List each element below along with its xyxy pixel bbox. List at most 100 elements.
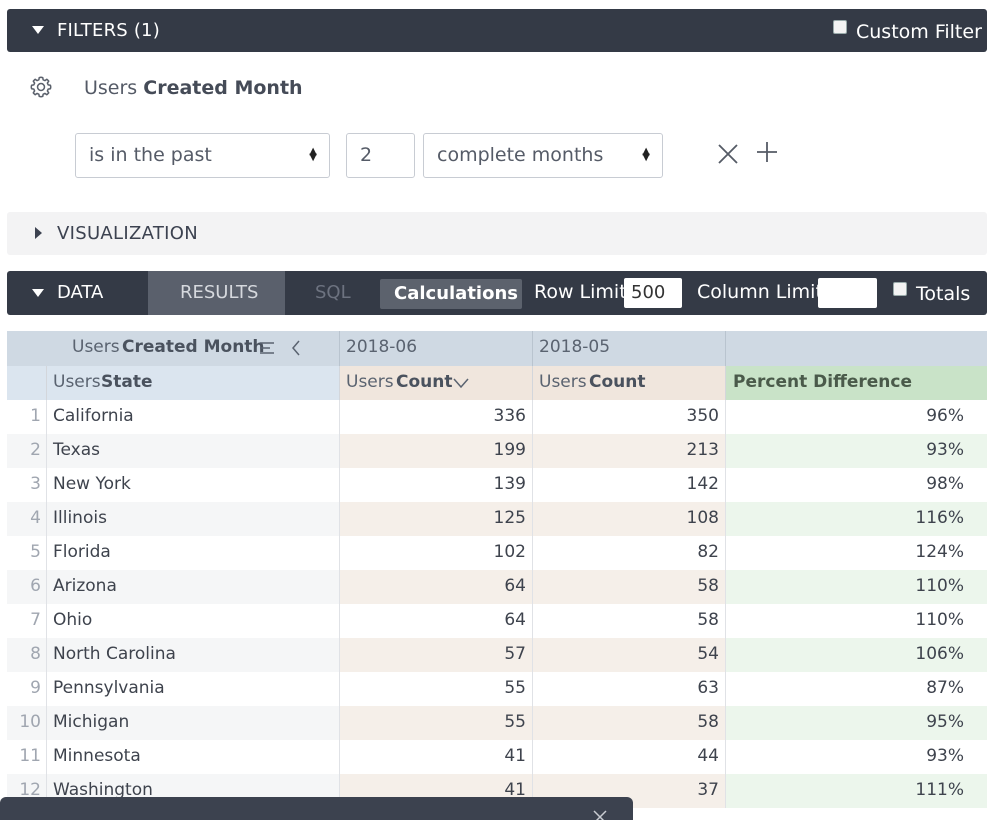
pivot-header-1[interactable]: 2018-06 [340, 331, 533, 366]
collapse-caret-icon[interactable] [32, 26, 44, 34]
measure-field: Count [396, 372, 453, 392]
tab-results-label: RESULTS [180, 282, 259, 303]
percent-cell[interactable]: 87% [726, 672, 987, 706]
state-text: Pennsylvania [53, 678, 165, 698]
count-text: 142 [686, 474, 719, 494]
percent-cell[interactable]: 96% [726, 400, 987, 434]
count-cell-2[interactable]: 63 [533, 672, 726, 706]
pivot-field-label: Created Month [122, 337, 265, 357]
sort-desc-icon[interactable] [453, 377, 469, 389]
row-number: 5 [7, 536, 47, 570]
state-cell[interactable]: New York [47, 468, 340, 502]
dimension-header[interactable]: Users State [47, 366, 340, 400]
calculations-button[interactable]: Calculations [380, 279, 522, 309]
gear-icon[interactable] [28, 74, 54, 100]
count-cell-2[interactable]: 213 [533, 434, 726, 468]
column-limit-input[interactable] [818, 278, 877, 308]
pivot-field-header[interactable]: Users Created Month [7, 331, 340, 366]
count-cell-2[interactable]: 58 [533, 604, 726, 638]
percent-cell[interactable]: 116% [726, 502, 987, 536]
totals-checkbox[interactable] [893, 282, 907, 296]
count-cell-2[interactable]: 82 [533, 536, 726, 570]
row-number-text: 11 [19, 746, 41, 766]
row-number: 9 [7, 672, 47, 706]
row-number: 6 [7, 570, 47, 604]
state-cell[interactable]: Pennsylvania [47, 672, 340, 706]
count-cell-2[interactable]: 44 [533, 740, 726, 774]
count-text: 199 [493, 440, 526, 460]
table-row: 3 New York 139 142 98% [7, 468, 987, 502]
count-cell-1[interactable]: 199 [340, 434, 533, 468]
custom-filter-label[interactable]: Custom Filter [856, 21, 982, 43]
count-cell-1[interactable]: 55 [340, 672, 533, 706]
percent-cell[interactable]: 111% [726, 774, 987, 808]
tab-results[interactable]: RESULTS [148, 271, 285, 315]
tab-sql[interactable]: SQL [315, 282, 351, 303]
filter-operator-select[interactable]: is in the past ▲ ▼ [75, 133, 330, 178]
remove-filter-icon[interactable] [716, 142, 740, 166]
count-cell-2[interactable]: 142 [533, 468, 726, 502]
close-icon[interactable] [593, 810, 607, 820]
filter-unit-select[interactable]: complete months ▲ ▼ [423, 133, 663, 178]
totals-label[interactable]: Totals [916, 283, 970, 305]
measure-header-2[interactable]: Users Count [533, 366, 726, 400]
visualization-header[interactable]: VISUALIZATION [7, 212, 987, 255]
pivot-value-label: 2018-06 [346, 337, 418, 357]
expand-caret-icon[interactable] [35, 227, 42, 239]
state-cell[interactable]: Illinois [47, 502, 340, 536]
count-cell-1[interactable]: 336 [340, 400, 533, 434]
table-row: 5 Florida 102 82 124% [7, 536, 987, 570]
data-header[interactable]: DATA RESULTS SQL Calculations Row Limit … [7, 271, 987, 315]
collapse-left-icon[interactable] [290, 339, 302, 357]
percent-cell[interactable]: 95% [726, 706, 987, 740]
count-cell-1[interactable]: 125 [340, 502, 533, 536]
state-cell[interactable]: Ohio [47, 604, 340, 638]
table-row: 6 Arizona 64 58 110% [7, 570, 987, 604]
count-cell-1[interactable]: 55 [340, 706, 533, 740]
count-cell-1[interactable]: 41 [340, 740, 533, 774]
percent-cell[interactable]: 106% [726, 638, 987, 672]
percent-cell[interactable]: 124% [726, 536, 987, 570]
count-cell-2[interactable]: 54 [533, 638, 726, 672]
state-cell[interactable]: Florida [47, 536, 340, 570]
count-cell-1[interactable]: 139 [340, 468, 533, 502]
percent-text: 111% [915, 780, 964, 800]
pivot-header-2[interactable]: 2018-05 [533, 331, 726, 366]
measure-header-1[interactable]: Users Count [340, 366, 533, 400]
count-cell-2[interactable]: 108 [533, 502, 726, 536]
percent-cell[interactable]: 98% [726, 468, 987, 502]
count-cell-1[interactable]: 102 [340, 536, 533, 570]
state-cell[interactable]: Texas [47, 434, 340, 468]
pivot-menu-icon[interactable] [258, 340, 276, 356]
row-number-text: 5 [30, 542, 41, 562]
filter-field-view: Users [84, 77, 138, 99]
filter-value-input[interactable]: 2 [346, 133, 415, 178]
state-cell[interactable]: California [47, 400, 340, 434]
filters-header[interactable]: FILTERS (1) Custom Filter [7, 9, 987, 52]
percent-cell[interactable]: 110% [726, 570, 987, 604]
count-cell-1[interactable]: 64 [340, 604, 533, 638]
state-cell[interactable]: Minnesota [47, 740, 340, 774]
count-cell-1[interactable]: 57 [340, 638, 533, 672]
state-cell[interactable]: Michigan [47, 706, 340, 740]
state-cell[interactable]: Arizona [47, 570, 340, 604]
table-row: 10 Michigan 55 58 95% [7, 706, 987, 740]
count-cell-2[interactable]: 58 [533, 570, 726, 604]
row-limit-input[interactable]: 500 [624, 278, 682, 308]
collapse-caret-icon[interactable] [32, 289, 44, 297]
count-cell-1[interactable]: 64 [340, 570, 533, 604]
custom-filter-checkbox[interactable] [833, 20, 847, 34]
state-text: Texas [53, 440, 100, 460]
count-cell-2[interactable]: 350 [533, 400, 726, 434]
add-filter-icon[interactable] [755, 140, 779, 164]
count-text: 102 [493, 542, 526, 562]
row-number-text: 3 [30, 474, 41, 494]
percent-cell[interactable]: 110% [726, 604, 987, 638]
percent-cell[interactable]: 93% [726, 434, 987, 468]
state-cell[interactable]: North Carolina [47, 638, 340, 672]
state-text: Florida [53, 542, 111, 562]
count-cell-2[interactable]: 58 [533, 706, 726, 740]
percent-cell[interactable]: 93% [726, 740, 987, 774]
visualization-title: VISUALIZATION [57, 223, 198, 244]
calc-header[interactable]: Percent Difference [726, 366, 987, 400]
